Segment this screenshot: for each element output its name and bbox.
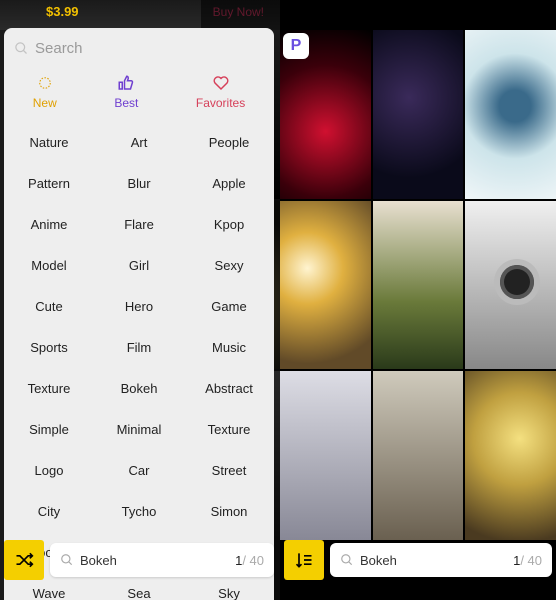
category-item[interactable]: Simple bbox=[4, 409, 94, 450]
thumbnail[interactable] bbox=[280, 201, 371, 370]
thumbnail[interactable] bbox=[465, 201, 556, 370]
tab-new[interactable]: New bbox=[33, 74, 57, 110]
category-item[interactable]: Minimal bbox=[94, 409, 184, 450]
sparkle-icon bbox=[36, 74, 54, 92]
app-badge: P bbox=[283, 33, 309, 59]
category-item[interactable]: Nature bbox=[4, 122, 94, 163]
search-icon bbox=[60, 553, 74, 567]
buy-now-link[interactable]: Buy Now! bbox=[213, 5, 264, 19]
tab-label: Favorites bbox=[196, 96, 245, 110]
category-item[interactable]: Anime bbox=[4, 204, 94, 245]
heart-icon bbox=[212, 74, 230, 92]
search-term: Bokeh bbox=[80, 553, 235, 568]
search-placeholder: Search bbox=[35, 40, 83, 57]
bottom-bar-right: Bokeh 1/ 40 bbox=[284, 540, 552, 580]
sort-icon bbox=[294, 550, 314, 570]
category-item[interactable]: Car bbox=[94, 450, 184, 491]
search-pill[interactable]: Bokeh 1/ 40 bbox=[50, 543, 274, 577]
category-item[interactable]: Art bbox=[94, 122, 184, 163]
category-item[interactable]: Texture bbox=[4, 368, 94, 409]
category-item[interactable]: Sports bbox=[4, 327, 94, 368]
category-item[interactable]: Model bbox=[4, 245, 94, 286]
tab-label: Best bbox=[114, 96, 138, 110]
shuffle-button[interactable] bbox=[4, 540, 44, 580]
sort-button[interactable] bbox=[284, 540, 324, 580]
thumbnail[interactable]: P bbox=[280, 30, 371, 199]
thumbnail[interactable] bbox=[465, 371, 556, 540]
price-label: $3.99 bbox=[46, 4, 79, 19]
category-item[interactable]: Flare bbox=[94, 204, 184, 245]
category-item[interactable]: Tycho bbox=[94, 491, 184, 532]
category-item[interactable]: Texture bbox=[184, 409, 274, 450]
left-pane: $3.99 Buy Now! Search New bbox=[0, 0, 280, 600]
thumbnail[interactable] bbox=[373, 30, 464, 199]
menu-card: Search New Best Favorites bbox=[4, 28, 274, 600]
filter-tabs: New Best Favorites bbox=[4, 68, 274, 122]
tab-label: New bbox=[33, 96, 57, 110]
category-item[interactable]: Blur bbox=[94, 163, 184, 204]
category-item[interactable]: Apple bbox=[184, 163, 274, 204]
page-count: 1/ 40 bbox=[235, 553, 264, 568]
search-icon bbox=[14, 41, 29, 56]
category-item[interactable]: Hero bbox=[94, 286, 184, 327]
category-item[interactable]: Film bbox=[94, 327, 184, 368]
banner: $3.99 Buy Now! bbox=[0, 0, 280, 30]
thumbs-up-icon bbox=[117, 74, 135, 92]
thumbnail[interactable] bbox=[373, 201, 464, 370]
category-item[interactable]: Abstract bbox=[184, 368, 274, 409]
thumbnail[interactable] bbox=[373, 371, 464, 540]
category-item[interactable]: Sexy bbox=[184, 245, 274, 286]
thumbnail[interactable] bbox=[280, 371, 371, 540]
category-item[interactable]: Pattern bbox=[4, 163, 94, 204]
shuffle-icon bbox=[14, 550, 34, 570]
category-item[interactable]: City bbox=[4, 491, 94, 532]
category-item[interactable]: Girl bbox=[94, 245, 184, 286]
search-icon bbox=[340, 553, 354, 567]
category-item[interactable]: Music bbox=[184, 327, 274, 368]
bottom-bar-left: Bokeh 1/ 40 bbox=[4, 540, 274, 580]
tab-favorites[interactable]: Favorites bbox=[196, 74, 245, 110]
app-root: $3.99 Buy Now! Search New bbox=[0, 0, 556, 600]
category-item[interactable]: Street bbox=[184, 450, 274, 491]
thumbnail[interactable] bbox=[465, 30, 556, 199]
category-item[interactable]: Bokeh bbox=[94, 368, 184, 409]
category-item[interactable]: People bbox=[184, 122, 274, 163]
page-count: 1/ 40 bbox=[513, 553, 542, 568]
category-item[interactable]: Kpop bbox=[184, 204, 274, 245]
tab-best[interactable]: Best bbox=[114, 74, 138, 110]
right-pane: P Bokeh 1/ 40 bbox=[280, 0, 556, 600]
category-item[interactable]: Logo bbox=[4, 450, 94, 491]
category-item[interactable]: Cute bbox=[4, 286, 94, 327]
search-pill[interactable]: Bokeh 1/ 40 bbox=[330, 543, 552, 577]
thumbnail-grid: P bbox=[280, 30, 556, 540]
category-grid: Nature Art People Pattern Blur Apple Ani… bbox=[4, 122, 274, 600]
category-item[interactable]: Game bbox=[184, 286, 274, 327]
search-term: Bokeh bbox=[360, 553, 513, 568]
category-item[interactable]: Simon bbox=[184, 491, 274, 532]
search-input[interactable]: Search bbox=[4, 28, 274, 68]
